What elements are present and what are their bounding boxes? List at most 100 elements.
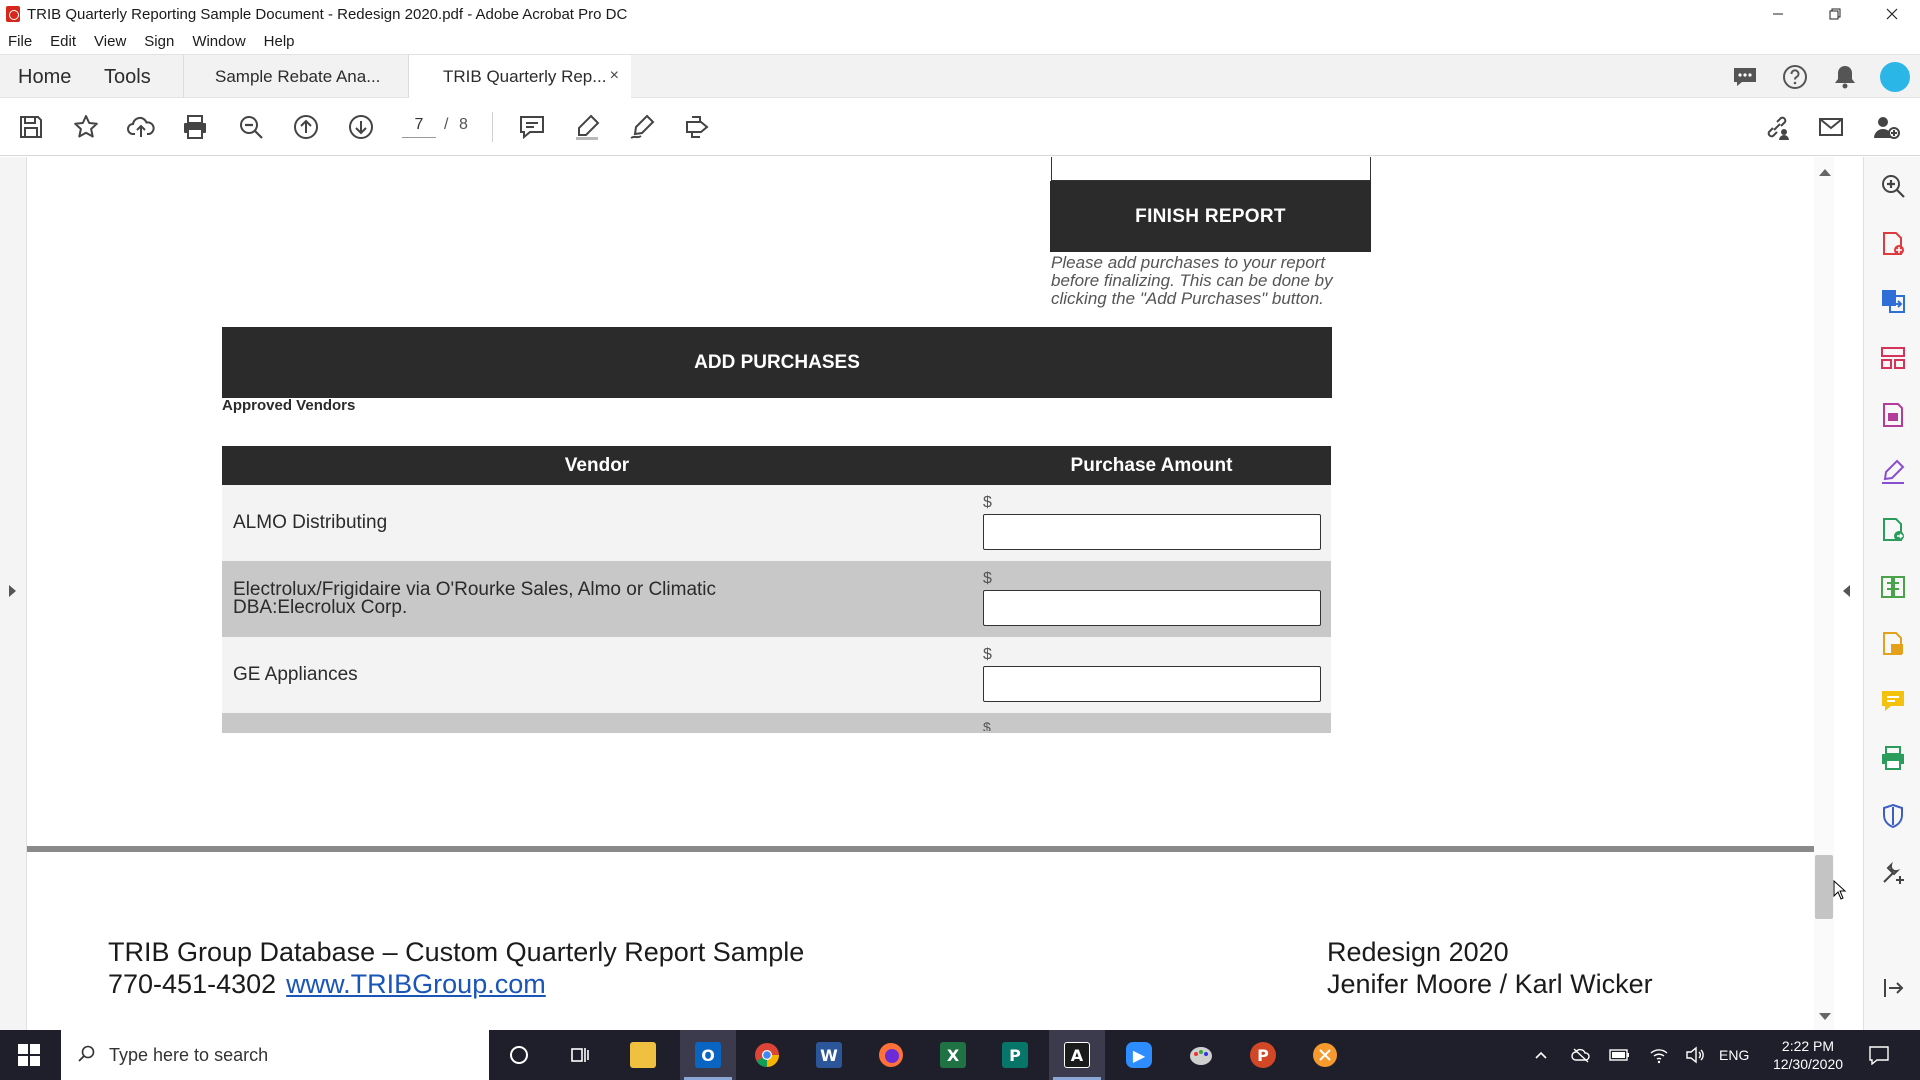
left-panel-toggle[interactable] — [0, 157, 27, 1030]
volume-icon[interactable] — [1685, 1046, 1705, 1064]
wifi-icon[interactable] — [1649, 1046, 1669, 1064]
collapse-right-pane-icon[interactable] — [1843, 585, 1850, 597]
acrobat-taskbar-active[interactable]: A — [1049, 1030, 1105, 1080]
protect-button[interactable] — [1878, 801, 1908, 831]
tab-document-sample-rebate[interactable]: Sample Rebate Ana... — [183, 55, 409, 98]
menu-sign[interactable]: Sign — [144, 33, 174, 50]
windows-start-icon[interactable] — [18, 1044, 40, 1066]
language-indicator[interactable]: ENG — [1719, 1047, 1749, 1063]
publisher-taskbar[interactable]: P — [997, 1037, 1033, 1073]
excel-taskbar[interactable]: X — [935, 1037, 971, 1073]
menu-edit[interactable]: Edit — [50, 33, 76, 50]
tab-home[interactable]: Home — [18, 66, 71, 89]
restore-button[interactable] — [1806, 0, 1863, 28]
zoom-out-button[interactable] — [235, 111, 267, 143]
more-tools-button[interactable] — [1878, 858, 1908, 888]
export-pdf-icon — [1882, 290, 1905, 313]
title-bar: TRIB Quarterly Reporting Sample Document… — [0, 0, 1920, 28]
print-icon — [184, 115, 206, 139]
tab-close-icon[interactable]: × — [610, 67, 619, 85]
paint-taskbar[interactable] — [1183, 1037, 1219, 1073]
star-icon — [74, 115, 98, 138]
tab-tools[interactable]: Tools — [104, 66, 151, 89]
print-production-button[interactable] — [1878, 743, 1908, 773]
help-button[interactable] — [1770, 55, 1820, 99]
collapse-tools-pane-button[interactable] — [1878, 973, 1908, 1003]
fill-and-sign-button[interactable] — [1878, 457, 1908, 487]
footer-website-link[interactable]: www.TRIBGroup.com — [286, 969, 546, 999]
menu-bar: File Edit View Sign Window Help — [0, 28, 1920, 54]
fill-sign-button[interactable] — [681, 111, 713, 143]
tab-document-trib-quarterly[interactable]: TRIB Quarterly Rep... × — [409, 55, 631, 99]
taskbar-clock[interactable]: 2:22 PM 12/30/2020 — [1768, 1037, 1848, 1073]
chat-button[interactable] — [1720, 55, 1770, 99]
menu-window[interactable]: Window — [192, 33, 245, 50]
minimize-button[interactable] — [1749, 0, 1806, 28]
link-person-icon — [1767, 116, 1789, 140]
purchase-amount-input[interactable] — [983, 514, 1321, 550]
send-for-review-button[interactable] — [1878, 515, 1908, 545]
taskbar-search-box[interactable]: Type here to search — [61, 1030, 489, 1080]
page-total: 8 — [459, 116, 468, 133]
bookmark-button[interactable] — [70, 111, 102, 143]
scroll-down-icon[interactable] — [1819, 1013, 1831, 1020]
close-window-button[interactable] — [1863, 0, 1920, 28]
profile-button[interactable] — [1870, 55, 1920, 99]
notification-center-icon[interactable] — [1868, 1045, 1890, 1065]
battery-icon[interactable] — [1609, 1048, 1631, 1062]
finish-report-button[interactable]: FINISH REPORT — [1050, 181, 1371, 252]
document-viewport[interactable]: FINISH REPORT Please add purchases to yo… — [0, 157, 1863, 1030]
vertical-scrollbar[interactable] — [1814, 157, 1834, 1030]
menu-help[interactable]: Help — [264, 33, 295, 50]
purchase-amount-input[interactable] — [983, 666, 1321, 702]
word-taskbar[interactable]: W — [811, 1037, 847, 1073]
zoom-tool-button[interactable] — [1878, 171, 1908, 201]
add-purchases-button[interactable]: ADD PURCHASES — [222, 327, 1332, 398]
firefox-taskbar[interactable] — [873, 1037, 909, 1073]
acrobat-taskbar[interactable]: A — [1059, 1037, 1095, 1073]
snipping-taskbar[interactable] — [1307, 1037, 1343, 1073]
finish-report-note: Please add purchases to your report befo… — [1051, 253, 1333, 308]
file-explorer-taskbar[interactable] — [625, 1037, 661, 1073]
outlook-taskbar-active[interactable]: O — [680, 1030, 736, 1080]
task-view-button[interactable] — [562, 1037, 598, 1073]
outlook-taskbar[interactable]: O — [690, 1037, 726, 1073]
sign-button[interactable] — [626, 111, 658, 143]
cortana-button[interactable] — [501, 1037, 537, 1073]
create-pdf-button[interactable] — [1878, 229, 1908, 259]
menu-view[interactable]: View — [94, 33, 126, 50]
email-button[interactable] — [1815, 111, 1847, 143]
taskbar: Type here to search O W X P A ▶ P ENG 2:… — [0, 1030, 1920, 1080]
scroll-thumb[interactable] — [1815, 855, 1833, 919]
comment-button[interactable] — [516, 111, 548, 143]
chevron-up-icon[interactable] — [1533, 1047, 1549, 1063]
search-placeholder: Type here to search — [109, 1044, 269, 1065]
print-button[interactable] — [179, 111, 211, 143]
scan-ocr-button[interactable] — [1878, 629, 1908, 659]
publisher-icon: P — [1002, 1042, 1028, 1068]
save-button[interactable] — [15, 111, 47, 143]
compare-files-button[interactable] — [1878, 572, 1908, 602]
next-page-button[interactable] — [345, 111, 377, 143]
close-icon — [1886, 8, 1897, 20]
chrome-taskbar[interactable] — [749, 1037, 785, 1073]
page-number-input[interactable]: 7 — [402, 116, 436, 138]
comment-tool-button[interactable] — [1878, 686, 1908, 716]
firefox-icon — [879, 1043, 903, 1067]
previous-page-button[interactable] — [290, 111, 322, 143]
report-field-top[interactable] — [1051, 157, 1371, 181]
add-person-button[interactable] — [1870, 111, 1902, 143]
organize-pages-button[interactable] — [1878, 343, 1908, 373]
menu-file[interactable]: File — [8, 33, 32, 50]
upload-button[interactable] — [125, 111, 157, 143]
zoom-taskbar[interactable]: ▶ — [1121, 1037, 1157, 1073]
edit-pdf-button[interactable] — [1878, 400, 1908, 430]
notifications-button[interactable] — [1820, 55, 1870, 99]
onedrive-offline-icon[interactable] — [1571, 1047, 1591, 1063]
export-pdf-button[interactable] — [1878, 286, 1908, 316]
purchase-amount-input[interactable] — [983, 590, 1321, 626]
share-link-button[interactable] — [1761, 111, 1793, 143]
scroll-up-icon[interactable] — [1819, 169, 1831, 176]
powerpoint-taskbar[interactable]: P — [1245, 1037, 1281, 1073]
highlight-button[interactable] — [571, 111, 603, 143]
